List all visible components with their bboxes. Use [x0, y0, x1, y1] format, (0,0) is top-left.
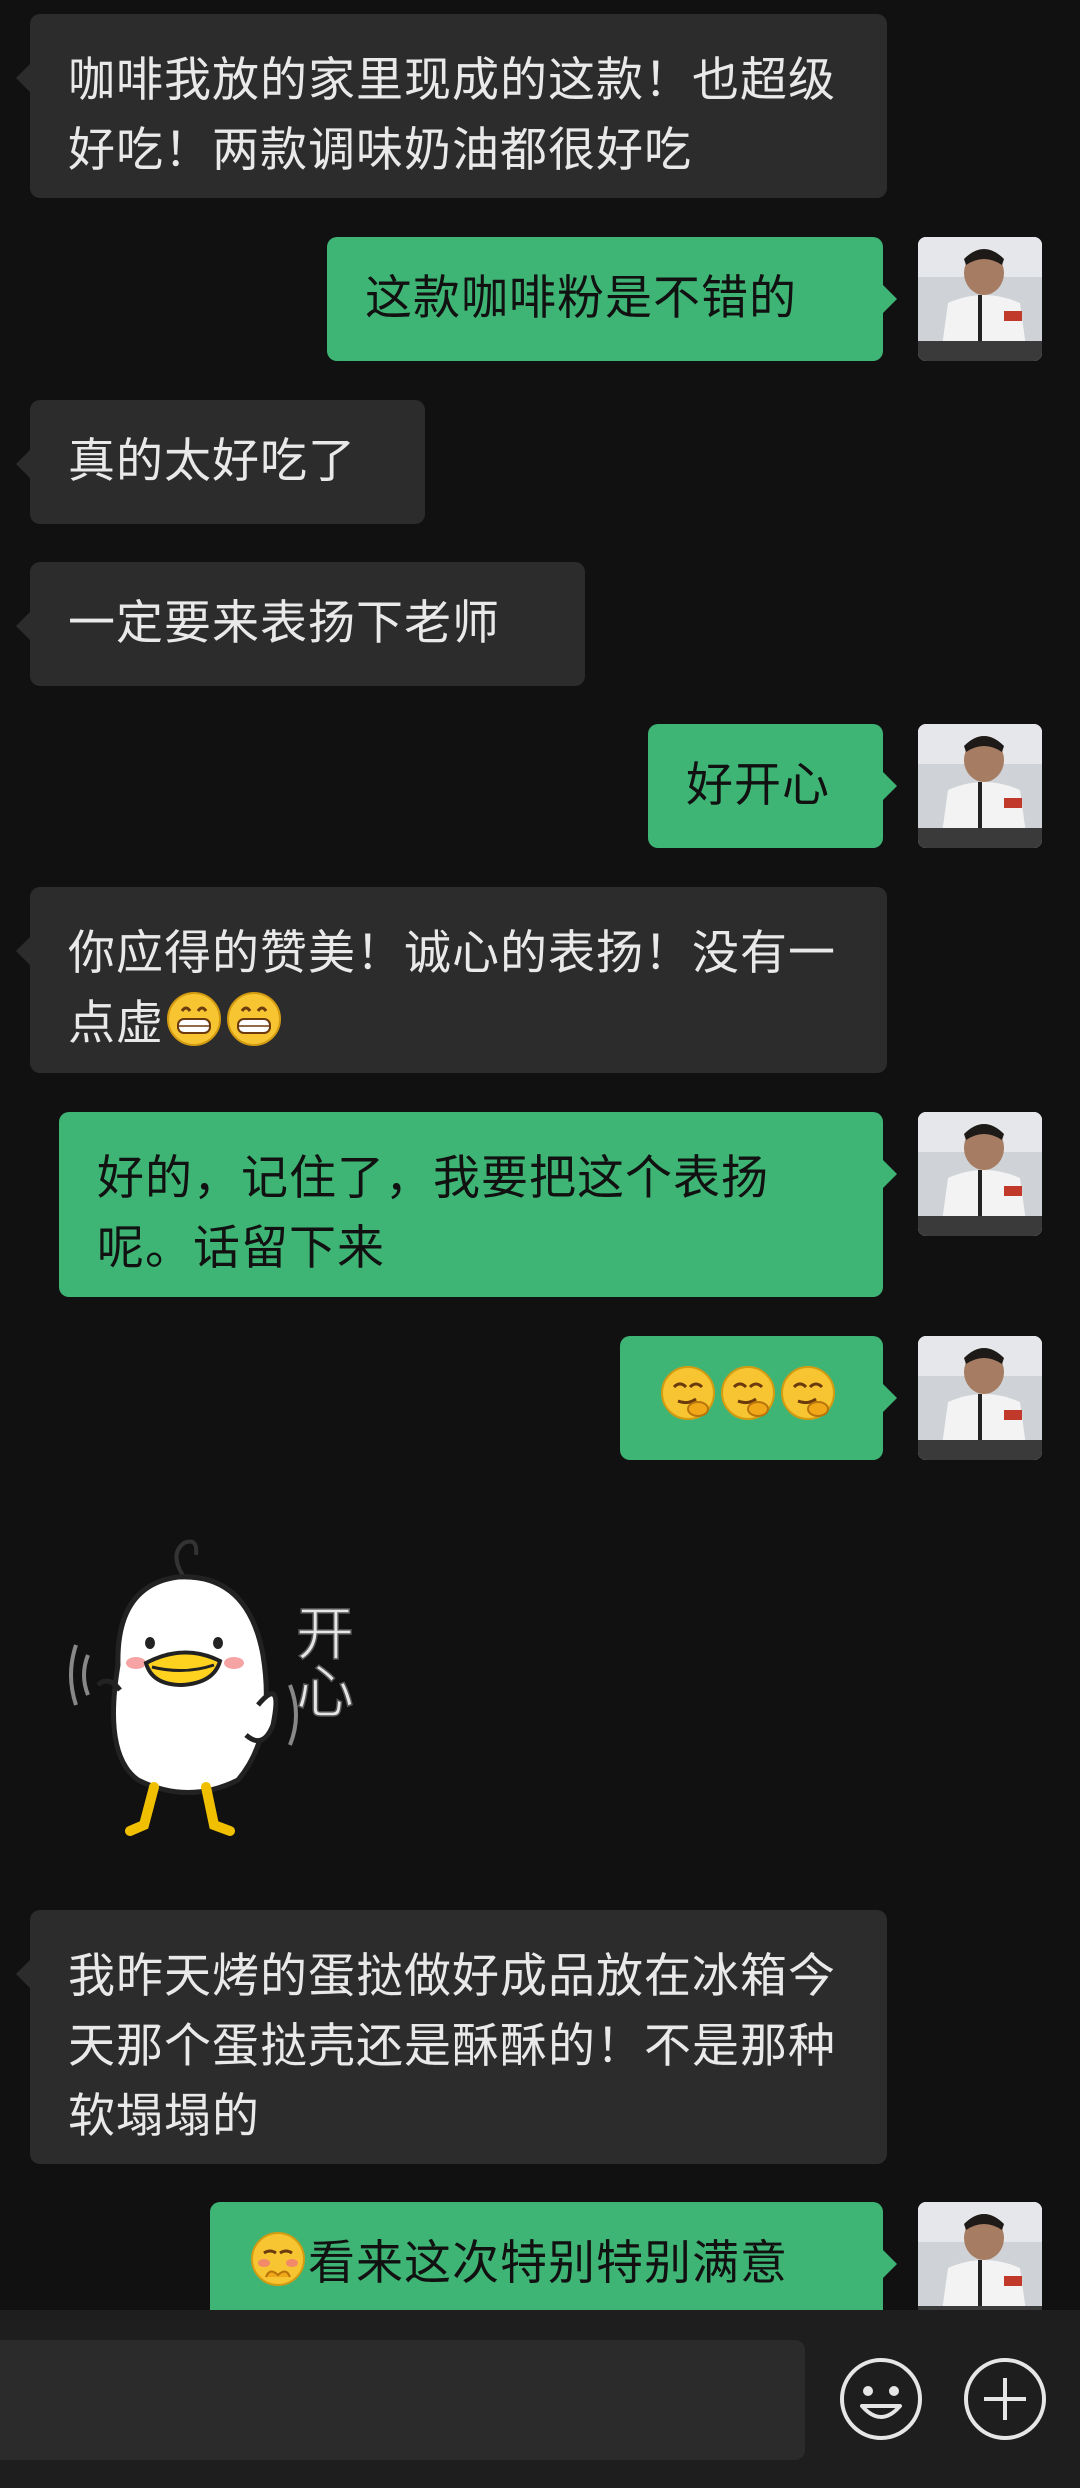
message-bubble-outgoing[interactable]	[620, 1336, 897, 1460]
sticker-caption: 开心	[286, 1603, 354, 1719]
message-bubble-incoming[interactable]: 我昨天烤的蛋挞做好成品放在冰箱今天那个蛋挞壳还是酥酥的！不是那种软塌塌的	[16, 1910, 887, 2164]
avatar[interactable]	[918, 1336, 1042, 1460]
shy-emoji-icon	[250, 2231, 306, 2287]
plus-icon	[964, 2358, 1046, 2440]
happy-duck-sticker[interactable]: 开心	[58, 1525, 398, 1855]
message-bubble-outgoing[interactable]: 这款咖啡粉是不错的	[327, 237, 897, 361]
grin-emoji-icon	[226, 991, 282, 1047]
avatar[interactable]	[918, 2202, 1042, 2310]
message-input[interactable]	[0, 2340, 805, 2460]
message-text: 我昨天烤的蛋挞做好成品放在冰箱今天那个蛋挞壳还是酥酥的！不是那种软塌塌的	[68, 1949, 836, 2144]
grin-emoji-icon	[166, 991, 222, 1047]
message-text: 好开心	[686, 758, 830, 813]
chat-message-list[interactable]: 咖啡我放的家里现成的这款！也超级好吃！两款调味奶油都很好吃 这款咖啡粉是不错的 …	[0, 0, 1080, 2310]
message-text: 一定要来表扬下老师	[68, 596, 500, 651]
message-text: 这款咖啡粉是不错的	[365, 271, 797, 326]
message-bubble-outgoing[interactable]: 好开心	[648, 724, 897, 848]
avatar[interactable]	[918, 1112, 1042, 1236]
message-bubble-outgoing[interactable]: 看来这次特别特别满意	[210, 2202, 897, 2310]
smirk-emoji-icon	[780, 1365, 836, 1421]
smirk-emoji-icon	[720, 1365, 776, 1421]
smirk-emoji-icon	[660, 1365, 716, 1421]
message-text: 看来这次特别特别满意	[308, 2236, 788, 2291]
message-bubble-outgoing[interactable]: 好的，记住了，我要把这个表扬呢。话留下来	[59, 1112, 897, 1297]
smiley-icon	[840, 2358, 922, 2440]
avatar[interactable]	[918, 724, 1042, 848]
emoji-button[interactable]	[838, 2356, 924, 2442]
message-bubble-incoming[interactable]: 一定要来表扬下老师	[16, 562, 585, 686]
avatar[interactable]	[918, 237, 1042, 361]
chat-input-bar	[0, 2310, 1080, 2488]
more-button[interactable]	[962, 2356, 1048, 2442]
message-text: 真的太好吃了	[68, 434, 356, 489]
message-bubble-incoming[interactable]: 咖啡我放的家里现成的这款！也超级好吃！两款调味奶油都很好吃	[16, 14, 887, 198]
message-bubble-incoming[interactable]: 你应得的赞美！诚心的表扬！没有一点虚	[16, 887, 887, 1073]
message-bubble-incoming[interactable]: 真的太好吃了	[16, 400, 425, 524]
message-text: 咖啡我放的家里现成的这款！也超级好吃！两款调味奶油都很好吃	[68, 53, 836, 178]
message-text: 好的，记住了，我要把这个表扬呢。话留下来	[97, 1151, 769, 1276]
